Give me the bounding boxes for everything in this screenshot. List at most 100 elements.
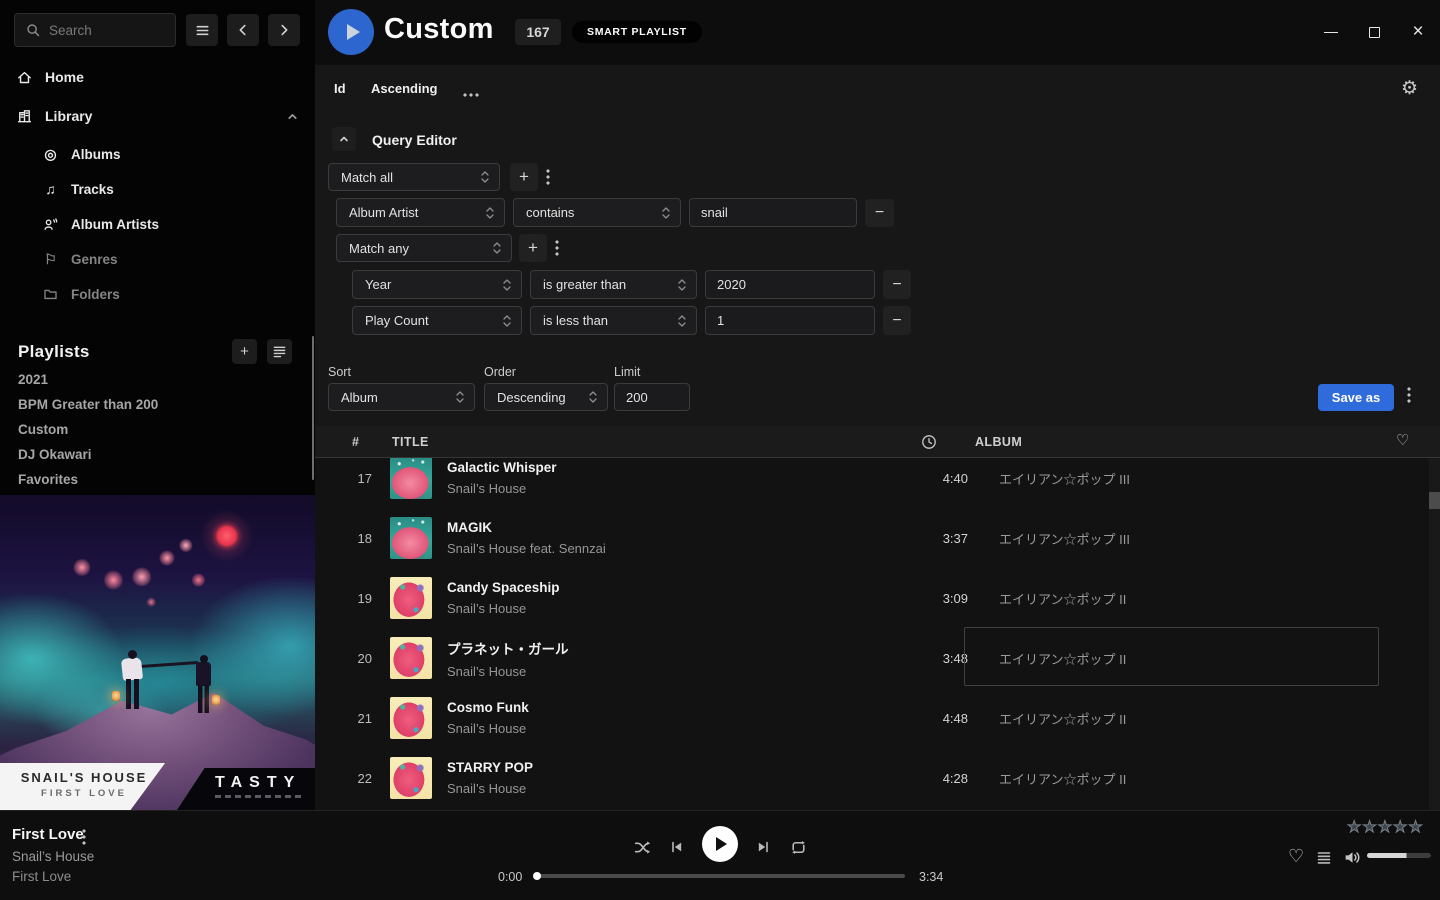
queue-button[interactable] [1314, 849, 1334, 867]
playlist-item[interactable]: Custom [18, 422, 288, 442]
seek-thumb[interactable] [533, 872, 541, 880]
limit-input[interactable] [614, 383, 690, 411]
rule-operator-select[interactable]: is greater than [530, 270, 697, 299]
rule-value-input[interactable] [705, 306, 875, 335]
sidebar-scrollbar[interactable] [312, 336, 314, 480]
track-row[interactable]: 19 Candy Spaceship Snail’s House 3:09 エイ… [315, 568, 1429, 628]
add-rule-button[interactable]: + [519, 234, 547, 262]
sidebar-item-genres[interactable]: ⚐ Genres [0, 246, 315, 272]
sidebar-item-albums[interactable]: ◎ Albums [0, 141, 315, 167]
select-updown-icon [502, 313, 512, 329]
column-header-favorite-heart-icon[interactable]: ♡ [1396, 433, 1409, 448]
chevron-up-icon[interactable] [286, 110, 299, 123]
table-scrollbar-thumb[interactable] [1429, 492, 1440, 509]
order-select[interactable]: Descending [484, 383, 608, 411]
playlist-item[interactable]: Favorites [18, 472, 288, 492]
select-value: Match any [349, 241, 409, 256]
sidebar-item-library[interactable]: Library [0, 102, 315, 130]
maximize-icon [1369, 27, 1380, 38]
window-minimize-button[interactable] [1309, 10, 1353, 54]
star-icon[interactable]: ★ [1408, 820, 1422, 836]
sidebar-item-home[interactable]: Home [0, 63, 315, 91]
match-type-select[interactable]: Match all [328, 163, 500, 191]
sidebar-item-label: Albums [71, 147, 121, 162]
star-icon[interactable]: ★ [1362, 820, 1376, 836]
playlist-detail-panel: Id Ascending ⚙ Query Editor Match all + … [315, 65, 1440, 426]
add-playlist-button[interactable]: + [232, 339, 257, 364]
track-number: 19 [315, 591, 372, 606]
match-type-select[interactable]: Match any [336, 234, 512, 262]
track-row[interactable]: 20 プラネット・ガール Snail’s House 3:48 エイリアン☆ポッ… [315, 628, 1429, 688]
rule-field-select[interactable]: Year [352, 270, 522, 299]
playlist-item[interactable]: BPM Greater than 200 [18, 397, 288, 417]
sort-select[interactable]: Album [328, 383, 475, 411]
query-editor-collapse-button[interactable] [332, 127, 356, 151]
volume-slider[interactable] [1367, 853, 1431, 858]
track-row[interactable]: 17 Galactic Whisper Snail’s House 4:40 エ… [315, 458, 1429, 508]
settings-button[interactable]: ⚙ [1401, 79, 1418, 98]
sidebar-item-tracks[interactable]: ♫ Tracks [0, 176, 315, 202]
sidebar-item-album-artists[interactable]: Album Artists [0, 211, 315, 237]
favorite-button[interactable]: ♡ [1288, 847, 1304, 865]
group-menu-button[interactable] [555, 240, 559, 259]
select-value: is less than [543, 313, 608, 328]
add-rule-button[interactable]: + [510, 163, 538, 191]
rule-field-select[interactable]: Album Artist [336, 198, 505, 227]
kebab-icon [555, 240, 559, 256]
sidebar-item-label: Genres [71, 252, 118, 267]
playlist-item[interactable]: 2021 [18, 372, 288, 392]
play-playlist-button[interactable] [328, 9, 374, 55]
nav-forward-button[interactable] [268, 14, 300, 46]
play-pause-button[interactable] [702, 826, 738, 862]
rating-stars[interactable]: ★ ★ ★ ★ ★ [1347, 820, 1423, 836]
menu-button[interactable] [186, 14, 218, 46]
track-row[interactable]: 21 Cosmo Funk Snail’s House 4:48 エイリアン☆ポ… [315, 688, 1429, 748]
hamburger-icon [194, 22, 211, 39]
star-icon[interactable]: ★ [1347, 820, 1361, 836]
playlist-list-button[interactable] [267, 339, 292, 364]
track-row[interactable]: 18 MAGIK Snail’s House feat. Sennzai 3:3… [315, 508, 1429, 568]
star-icon[interactable]: ★ [1378, 820, 1392, 836]
window-close-button[interactable]: × [1396, 10, 1440, 54]
nav-back-button[interactable] [227, 14, 259, 46]
search-box[interactable] [14, 13, 176, 47]
column-header-index[interactable]: # [352, 435, 359, 449]
now-playing-menu-button[interactable] [82, 829, 86, 848]
rule-operator-select[interactable]: is less than [530, 306, 697, 335]
column-header-album[interactable]: ALBUM [975, 435, 1022, 449]
playlists-title: Playlists [18, 342, 90, 362]
sort-field-button[interactable]: Id [334, 81, 346, 96]
plus-icon: + [240, 343, 249, 360]
rule-field-select[interactable]: Play Count [352, 306, 522, 335]
next-track-button[interactable] [752, 836, 774, 858]
sidebar-item-label: Home [45, 69, 84, 85]
remove-rule-button[interactable]: − [883, 306, 911, 335]
window-maximize-button[interactable] [1352, 10, 1396, 54]
group-menu-button[interactable] [546, 169, 550, 188]
table-scrollbar[interactable] [1429, 458, 1440, 810]
search-input[interactable] [49, 23, 165, 38]
select-value: is greater than [543, 277, 626, 292]
now-playing-artwork[interactable]: SNAIL'S HOUSE FIRST LOVE TASTY [0, 495, 315, 810]
remove-rule-button[interactable]: − [865, 199, 894, 227]
rule-value-input[interactable] [705, 270, 875, 299]
chevron-left-icon [235, 22, 251, 38]
save-menu-button[interactable] [1407, 387, 1411, 406]
repeat-button[interactable] [786, 835, 810, 859]
rule-operator-select[interactable]: contains [513, 198, 681, 227]
sort-direction-button[interactable]: Ascending [371, 81, 437, 96]
remove-rule-button[interactable]: − [883, 270, 911, 299]
column-header-title[interactable]: TITLE [392, 435, 429, 449]
column-header-duration-clock-icon[interactable] [921, 434, 937, 450]
more-options-button[interactable] [462, 85, 480, 100]
seek-bar[interactable] [535, 874, 905, 878]
star-icon[interactable]: ★ [1393, 820, 1407, 836]
rule-value-input[interactable] [689, 198, 857, 227]
playlist-item[interactable]: DJ Okawari [18, 447, 288, 467]
previous-track-button[interactable] [666, 836, 688, 858]
shuffle-button[interactable] [630, 835, 654, 859]
track-row[interactable]: 22 STARRY POP Snail’s House 4:28 エイリアン☆ポ… [315, 748, 1429, 808]
volume-button[interactable] [1341, 847, 1363, 867]
save-as-button[interactable]: Save as [1318, 384, 1394, 411]
sidebar-item-folders[interactable]: Folders [0, 281, 315, 307]
